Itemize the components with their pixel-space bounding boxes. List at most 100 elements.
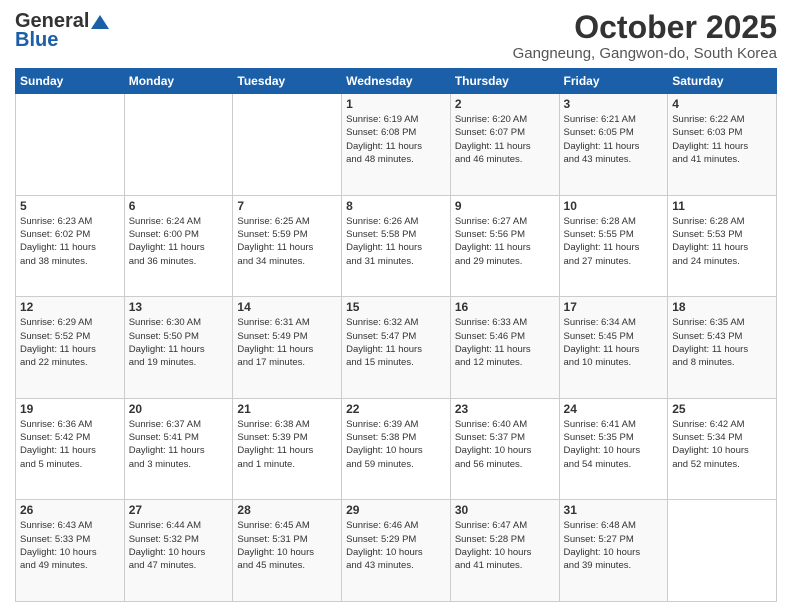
calendar-cell xyxy=(233,94,342,196)
day-number: 13 xyxy=(129,300,229,314)
main-title: October 2025 xyxy=(513,10,777,45)
day-info: Sunrise: 6:33 AM Sunset: 5:46 PM Dayligh… xyxy=(455,316,555,369)
subtitle: Gangneung, Gangwon-do, South Korea xyxy=(513,45,777,62)
day-number: 17 xyxy=(564,300,664,314)
calendar-cell: 4 Sunrise: 6:22 AM Sunset: 6:03 PM Daylig… xyxy=(668,94,777,196)
calendar-header-tuesday: Tuesday xyxy=(233,69,342,94)
day-info: Sunrise: 6:29 AM Sunset: 5:52 PM Dayligh… xyxy=(20,316,120,369)
day-number: 18 xyxy=(672,300,772,314)
day-info: Sunrise: 6:32 AM Sunset: 5:47 PM Dayligh… xyxy=(346,316,446,369)
day-number: 5 xyxy=(20,199,120,213)
calendar-header-thursday: Thursday xyxy=(450,69,559,94)
logo: General Blue xyxy=(15,10,109,52)
day-number: 14 xyxy=(237,300,337,314)
calendar-table: SundayMondayTuesdayWednesdayThursdayFrid… xyxy=(15,68,777,602)
day-info: Sunrise: 6:47 AM Sunset: 5:28 PM Dayligh… xyxy=(455,519,555,572)
calendar-cell: 11 Sunrise: 6:28 AM Sunset: 5:53 PM Dayli… xyxy=(668,195,777,297)
day-number: 16 xyxy=(455,300,555,314)
calendar-cell: 10 Sunrise: 6:28 AM Sunset: 5:55 PM Dayli… xyxy=(559,195,668,297)
day-number: 6 xyxy=(129,199,229,213)
day-info: Sunrise: 6:46 AM Sunset: 5:29 PM Dayligh… xyxy=(346,519,446,572)
day-info: Sunrise: 6:36 AM Sunset: 5:42 PM Dayligh… xyxy=(20,418,120,471)
day-info: Sunrise: 6:44 AM Sunset: 5:32 PM Dayligh… xyxy=(129,519,229,572)
calendar-cell: 8Sunrise: 6:26 AM Sunset: 5:58 PM Daylig… xyxy=(342,195,451,297)
calendar-cell: 21 Sunrise: 6:38 AM Sunset: 5:39 PM Dayli… xyxy=(233,398,342,500)
day-number: 1 xyxy=(346,97,446,111)
calendar-cell: 2 Sunrise: 6:20 AM Sunset: 6:07 PM Daylig… xyxy=(450,94,559,196)
day-info: Sunrise: 6:42 AM Sunset: 5:34 PM Dayligh… xyxy=(672,418,772,471)
calendar-cell: 3 Sunrise: 6:21 AM Sunset: 6:05 PM Daylig… xyxy=(559,94,668,196)
day-info: Sunrise: 6:28 AM Sunset: 5:53 PM Dayligh… xyxy=(672,215,772,268)
day-number: 22 xyxy=(346,402,446,416)
day-number: 8 xyxy=(346,199,446,213)
calendar-cell: 7 Sunrise: 6:25 AM Sunset: 5:59 PM Daylig… xyxy=(233,195,342,297)
day-info: Sunrise: 6:35 AM Sunset: 5:43 PM Dayligh… xyxy=(672,316,772,369)
title-block: October 2025 Gangneung, Gangwon-do, Sout… xyxy=(513,10,777,62)
day-info: Sunrise: 6:28 AM Sunset: 5:55 PM Dayligh… xyxy=(564,215,664,268)
calendar-cell: 23 Sunrise: 6:40 AM Sunset: 5:37 PM Dayli… xyxy=(450,398,559,500)
day-number: 19 xyxy=(20,402,120,416)
calendar-cell: 30 Sunrise: 6:47 AM Sunset: 5:28 PM Dayli… xyxy=(450,500,559,602)
calendar-cell: 22 Sunrise: 6:39 AM Sunset: 5:38 PM Dayli… xyxy=(342,398,451,500)
calendar-header-friday: Friday xyxy=(559,69,668,94)
day-info: Sunrise: 6:22 AM Sunset: 6:03 PM Dayligh… xyxy=(672,113,772,166)
calendar-cell: 9 Sunrise: 6:27 AM Sunset: 5:56 PM Daylig… xyxy=(450,195,559,297)
day-number: 4 xyxy=(672,97,772,111)
day-number: 30 xyxy=(455,503,555,517)
calendar-cell: 17 Sunrise: 6:34 AM Sunset: 5:45 PM Dayli… xyxy=(559,297,668,399)
day-info: Sunrise: 6:30 AM Sunset: 5:50 PM Dayligh… xyxy=(129,316,229,369)
calendar-cell: 15 Sunrise: 6:32 AM Sunset: 5:47 PM Dayli… xyxy=(342,297,451,399)
day-number: 9 xyxy=(455,199,555,213)
calendar-cell: 18 Sunrise: 6:35 AM Sunset: 5:43 PM Dayli… xyxy=(668,297,777,399)
calendar-cell: 27Sunrise: 6:44 AM Sunset: 5:32 PM Dayli… xyxy=(124,500,233,602)
calendar-cell: 14 Sunrise: 6:31 AM Sunset: 5:49 PM Dayli… xyxy=(233,297,342,399)
calendar-cell: 25 Sunrise: 6:42 AM Sunset: 5:34 PM Dayli… xyxy=(668,398,777,500)
day-info: Sunrise: 6:20 AM Sunset: 6:07 PM Dayligh… xyxy=(455,113,555,166)
day-number: 31 xyxy=(564,503,664,517)
calendar-cell: 13 Sunrise: 6:30 AM Sunset: 5:50 PM Dayli… xyxy=(124,297,233,399)
calendar-week-4: 19 Sunrise: 6:36 AM Sunset: 5:42 PM Dayli… xyxy=(16,398,777,500)
calendar-cell xyxy=(124,94,233,196)
calendar-cell: 26Sunrise: 6:43 AM Sunset: 5:33 PM Dayli… xyxy=(16,500,125,602)
day-info: Sunrise: 6:48 AM Sunset: 5:27 PM Dayligh… xyxy=(564,519,664,572)
day-info: Sunrise: 6:27 AM Sunset: 5:56 PM Dayligh… xyxy=(455,215,555,268)
day-number: 21 xyxy=(237,402,337,416)
day-number: 2 xyxy=(455,97,555,111)
day-number: 28 xyxy=(237,503,337,517)
day-number: 15 xyxy=(346,300,446,314)
calendar-cell: 5 Sunrise: 6:23 AM Sunset: 6:02 PM Daylig… xyxy=(16,195,125,297)
day-info: Sunrise: 6:31 AM Sunset: 5:49 PM Dayligh… xyxy=(237,316,337,369)
calendar-cell: 16 Sunrise: 6:33 AM Sunset: 5:46 PM Dayli… xyxy=(450,297,559,399)
logo-bird-icon xyxy=(91,13,109,31)
page: General Blue October 2025 Gangneung, Gan… xyxy=(0,0,792,612)
calendar-cell xyxy=(16,94,125,196)
day-info: Sunrise: 6:41 AM Sunset: 5:35 PM Dayligh… xyxy=(564,418,664,471)
header: General Blue October 2025 Gangneung, Gan… xyxy=(15,10,777,62)
calendar-cell: 28 Sunrise: 6:45 AM Sunset: 5:31 PM Dayli… xyxy=(233,500,342,602)
day-info: Sunrise: 6:37 AM Sunset: 5:41 PM Dayligh… xyxy=(129,418,229,471)
day-number: 23 xyxy=(455,402,555,416)
day-info: Sunrise: 6:25 AM Sunset: 5:59 PM Dayligh… xyxy=(237,215,337,268)
calendar-cell xyxy=(668,500,777,602)
calendar-cell: 20Sunrise: 6:37 AM Sunset: 5:41 PM Dayli… xyxy=(124,398,233,500)
day-info: Sunrise: 6:45 AM Sunset: 5:31 PM Dayligh… xyxy=(237,519,337,572)
day-info: Sunrise: 6:21 AM Sunset: 6:05 PM Dayligh… xyxy=(564,113,664,166)
calendar-header-wednesday: Wednesday xyxy=(342,69,451,94)
calendar-cell: 12Sunrise: 6:29 AM Sunset: 5:52 PM Dayli… xyxy=(16,297,125,399)
calendar-header-sunday: Sunday xyxy=(16,69,125,94)
day-info: Sunrise: 6:40 AM Sunset: 5:37 PM Dayligh… xyxy=(455,418,555,471)
day-number: 11 xyxy=(672,199,772,213)
day-info: Sunrise: 6:38 AM Sunset: 5:39 PM Dayligh… xyxy=(237,418,337,471)
calendar-cell: 6Sunrise: 6:24 AM Sunset: 6:00 PM Daylig… xyxy=(124,195,233,297)
day-info: Sunrise: 6:23 AM Sunset: 6:02 PM Dayligh… xyxy=(20,215,120,268)
day-number: 10 xyxy=(564,199,664,213)
day-info: Sunrise: 6:39 AM Sunset: 5:38 PM Dayligh… xyxy=(346,418,446,471)
logo-blue: Blue xyxy=(15,29,58,52)
day-number: 3 xyxy=(564,97,664,111)
day-number: 7 xyxy=(237,199,337,213)
day-info: Sunrise: 6:19 AM Sunset: 6:08 PM Dayligh… xyxy=(346,113,446,166)
day-number: 25 xyxy=(672,402,772,416)
calendar-header-monday: Monday xyxy=(124,69,233,94)
calendar-cell: 24Sunrise: 6:41 AM Sunset: 5:35 PM Dayli… xyxy=(559,398,668,500)
day-info: Sunrise: 6:34 AM Sunset: 5:45 PM Dayligh… xyxy=(564,316,664,369)
